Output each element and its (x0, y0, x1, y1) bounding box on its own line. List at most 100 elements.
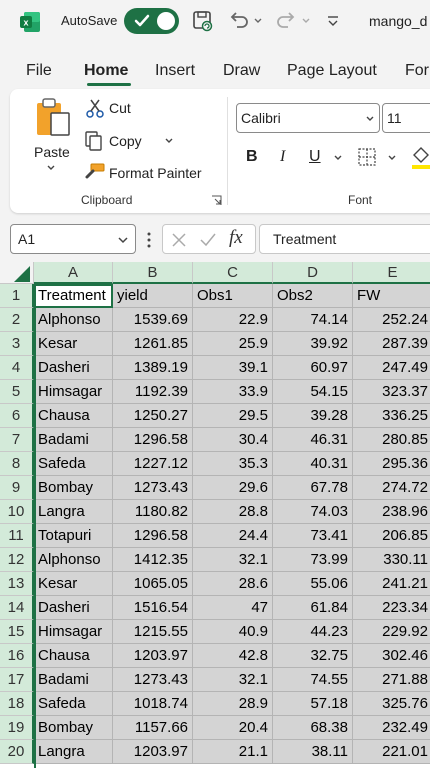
tab-home[interactable]: Home (84, 62, 128, 80)
borders-icon[interactable] (357, 147, 377, 167)
row-header[interactable]: 9 (0, 476, 34, 500)
table-cell[interactable]: 40.31 (273, 452, 353, 476)
row-header[interactable]: 14 (0, 596, 34, 620)
table-cell[interactable]: Bombay (34, 716, 113, 740)
save-icon[interactable] (191, 9, 215, 33)
column-header-d[interactable]: D (273, 262, 353, 284)
table-cell[interactable]: Himsagar (34, 620, 113, 644)
row-header[interactable]: 16 (0, 644, 34, 668)
tab-file[interactable]: File (26, 62, 52, 80)
table-cell[interactable]: 55.06 (273, 572, 353, 596)
table-cell[interactable]: 252.24 (353, 308, 430, 332)
row-header[interactable]: 5 (0, 380, 34, 404)
table-cell[interactable]: 1157.66 (113, 716, 193, 740)
table-cell[interactable]: 229.92 (353, 620, 430, 644)
fill-color-icon[interactable] (410, 145, 430, 169)
header-cell[interactable]: FW (353, 284, 430, 308)
table-cell[interactable]: 302.46 (353, 644, 430, 668)
table-cell[interactable]: 39.92 (273, 332, 353, 356)
row-header[interactable]: 12 (0, 548, 34, 572)
table-cell[interactable]: 1203.97 (113, 644, 193, 668)
column-header-e[interactable]: E (353, 262, 430, 284)
chevron-down-icon[interactable] (46, 163, 56, 173)
table-cell[interactable]: 32.75 (273, 644, 353, 668)
table-cell[interactable]: Langra (34, 500, 113, 524)
row-header[interactable]: 19 (0, 716, 34, 740)
row-header[interactable]: 6 (0, 404, 34, 428)
row-header[interactable]: 17 (0, 668, 34, 692)
row-header[interactable]: 11 (0, 524, 34, 548)
table-cell[interactable]: 29.6 (193, 476, 273, 500)
column-header-c[interactable]: C (193, 262, 273, 284)
table-cell[interactable]: 206.85 (353, 524, 430, 548)
dialog-launcher-icon[interactable] (211, 195, 222, 206)
table-cell[interactable]: Chausa (34, 644, 113, 668)
table-cell[interactable]: Kesar (34, 332, 113, 356)
table-cell[interactable]: 1516.54 (113, 596, 193, 620)
chevron-down-icon[interactable] (164, 136, 174, 146)
table-cell[interactable]: 1273.43 (113, 668, 193, 692)
row-header[interactable]: 8 (0, 452, 34, 476)
row-header[interactable]: 20 (0, 740, 34, 764)
table-cell[interactable]: Chausa (34, 404, 113, 428)
table-cell[interactable]: Dasheri (34, 596, 113, 620)
chevron-down-icon[interactable] (253, 9, 263, 33)
row-header[interactable]: 7 (0, 428, 34, 452)
table-cell[interactable]: 1539.69 (113, 308, 193, 332)
header-cell[interactable]: Obs2 (273, 284, 353, 308)
column-header-b[interactable]: B (113, 262, 193, 284)
table-cell[interactable]: 32.1 (193, 548, 273, 572)
table-cell[interactable]: Safeda (34, 452, 113, 476)
column-header-a[interactable]: A (34, 262, 113, 284)
table-cell[interactable]: 1180.82 (113, 500, 193, 524)
table-cell[interactable]: 61.84 (273, 596, 353, 620)
format-painter-button[interactable]: Format Painter (109, 165, 202, 181)
table-cell[interactable]: 46.31 (273, 428, 353, 452)
table-cell[interactable]: 74.14 (273, 308, 353, 332)
row-header[interactable]: 3 (0, 332, 34, 356)
spreadsheet-grid[interactable]: A B C D E 1 Treatment yield Obs1 Obs2 FW 2 Alphonso 1… (0, 262, 430, 768)
table-cell[interactable]: 1412.35 (113, 548, 193, 572)
table-cell[interactable]: 28.8 (193, 500, 273, 524)
table-cell[interactable]: 1296.58 (113, 428, 193, 452)
table-cell[interactable]: 29.5 (193, 404, 273, 428)
table-cell[interactable]: Totapuri (34, 524, 113, 548)
table-cell[interactable]: 54.15 (273, 380, 353, 404)
font-name-select[interactable]: Calibri (236, 103, 380, 133)
table-cell[interactable]: 25.9 (193, 332, 273, 356)
header-cell[interactable]: Obs1 (193, 284, 273, 308)
row-header[interactable]: 1 (0, 284, 34, 308)
table-cell[interactable]: Alphonso (34, 308, 113, 332)
header-cell[interactable]: Treatment (34, 284, 113, 308)
table-cell[interactable]: 32.1 (193, 668, 273, 692)
table-cell[interactable]: 74.55 (273, 668, 353, 692)
copy-icon[interactable] (84, 130, 104, 152)
table-cell[interactable]: 271.88 (353, 668, 430, 692)
table-cell[interactable]: 221.01 (353, 740, 430, 764)
table-cell[interactable]: 1192.39 (113, 380, 193, 404)
row-header[interactable]: 10 (0, 500, 34, 524)
copy-button[interactable]: Copy (109, 133, 142, 149)
table-cell[interactable]: 323.37 (353, 380, 430, 404)
table-cell[interactable]: 39.28 (273, 404, 353, 428)
row-header[interactable]: 15 (0, 620, 34, 644)
table-cell[interactable]: 60.97 (273, 356, 353, 380)
table-cell[interactable]: 73.41 (273, 524, 353, 548)
table-cell[interactable]: 74.03 (273, 500, 353, 524)
chevron-down-icon[interactable] (301, 9, 311, 33)
table-cell[interactable]: 241.21 (353, 572, 430, 596)
table-cell[interactable]: 22.9 (193, 308, 273, 332)
scissors-icon[interactable] (86, 99, 104, 119)
name-box[interactable]: A1 (10, 224, 136, 254)
chevron-down-icon[interactable] (387, 153, 397, 163)
table-cell[interactable]: 247.49 (353, 356, 430, 380)
table-cell[interactable]: 280.85 (353, 428, 430, 452)
table-cell[interactable]: 33.9 (193, 380, 273, 404)
table-cell[interactable]: 232.49 (353, 716, 430, 740)
tab-insert[interactable]: Insert (155, 62, 195, 80)
row-header[interactable]: 4 (0, 356, 34, 380)
bold-button[interactable]: B (246, 148, 258, 166)
row-header[interactable]: 2 (0, 308, 34, 332)
header-cell[interactable]: yield (113, 284, 193, 308)
table-cell[interactable]: 38.11 (273, 740, 353, 764)
